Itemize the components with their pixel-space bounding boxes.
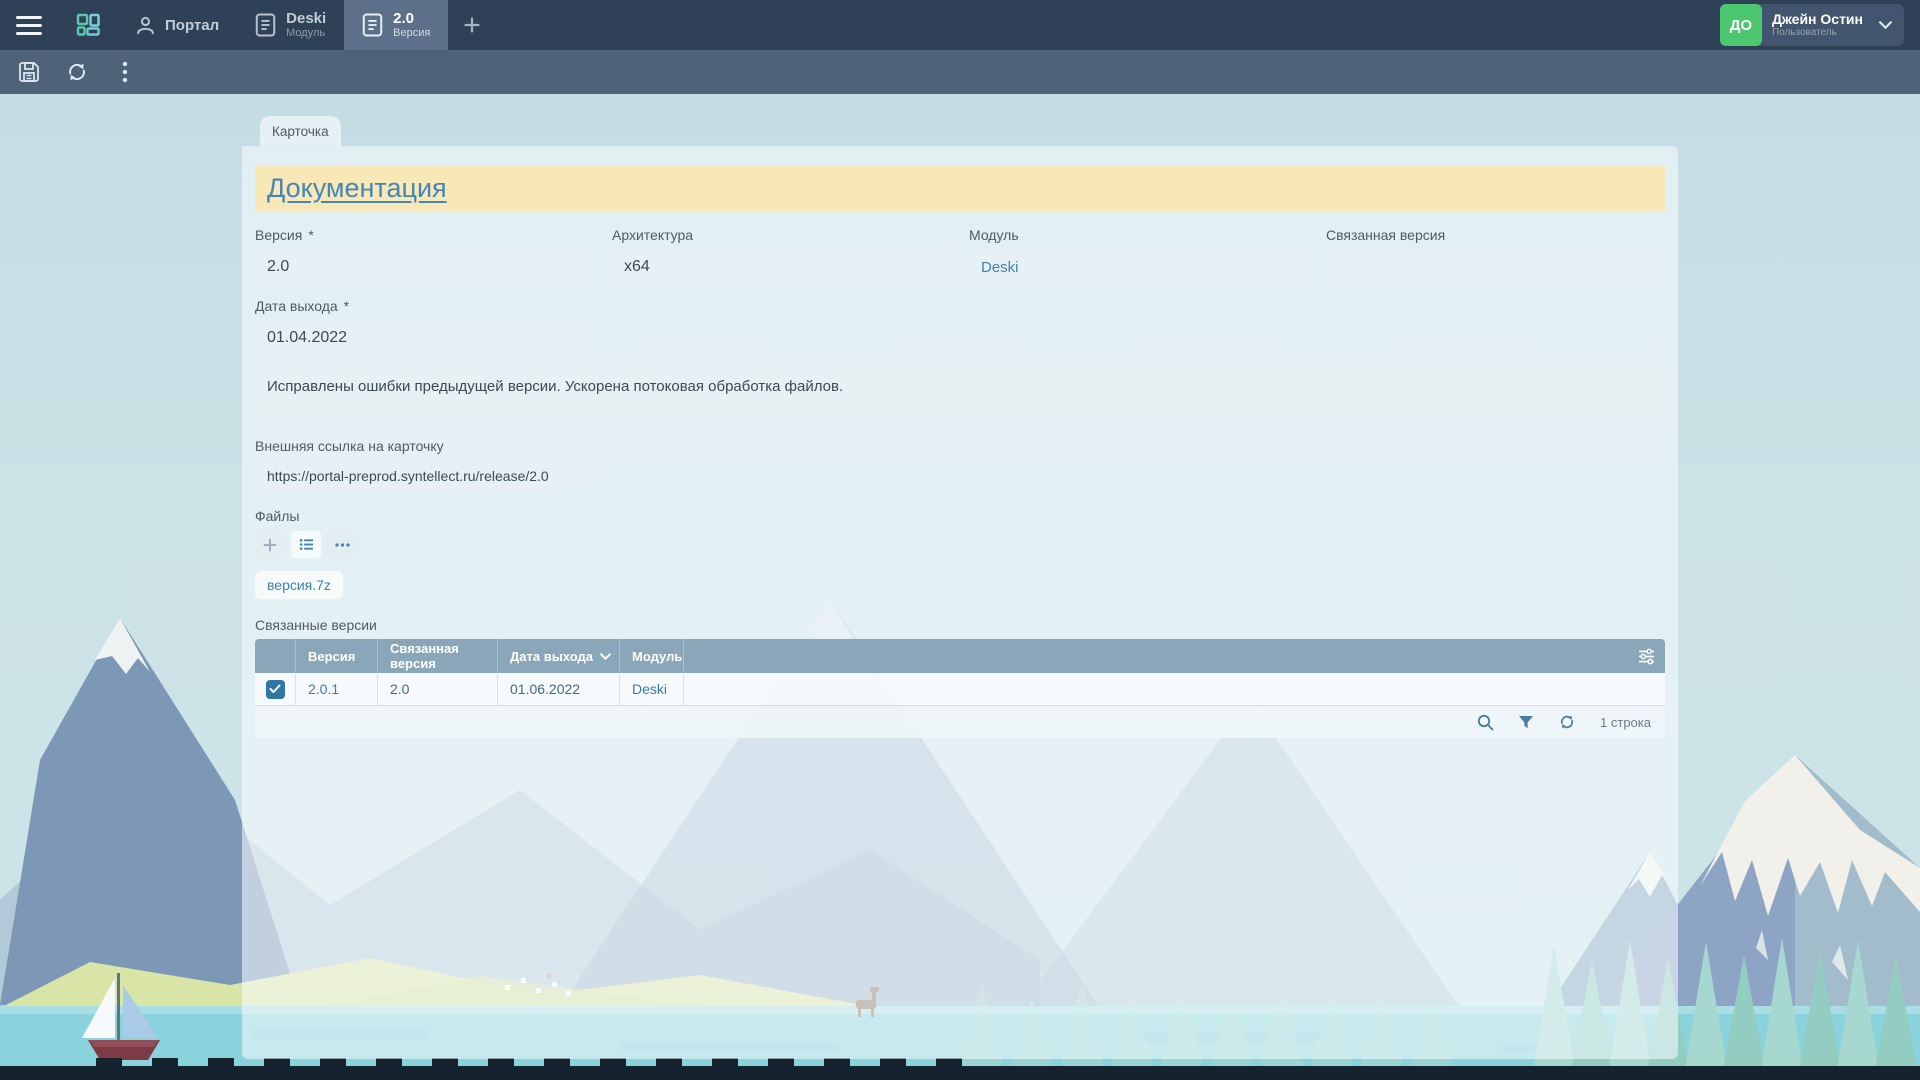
table-footer: 1 строка	[255, 706, 1665, 738]
form-row-2: Дата выхода *	[255, 298, 1665, 357]
field-release-date-label: Дата выхода *	[255, 298, 594, 314]
cell-version[interactable]: 2.0.1	[295, 673, 377, 705]
required-marker: *	[344, 298, 349, 314]
user-name: Джейн Остин	[1772, 11, 1863, 28]
new-tab-button[interactable]	[448, 0, 496, 50]
heading-bar: Документация	[255, 165, 1665, 212]
files-label: Файлы	[255, 508, 1665, 524]
column-header-module[interactable]: Модуль	[619, 639, 683, 673]
tab-version-title: 2.0	[393, 10, 430, 27]
column-settings-icon	[1638, 648, 1655, 665]
field-module: Модуль	[969, 227, 1308, 286]
linked-version-input[interactable]	[1326, 248, 1665, 286]
field-architecture-label: Архитектура	[612, 227, 951, 243]
tab-version-subtitle: Версия	[393, 27, 430, 40]
save-icon	[17, 60, 41, 84]
plus-icon	[464, 17, 480, 33]
refresh-icon	[1558, 713, 1576, 731]
table-header: Версия Связанная версия Дата выхода Моду…	[255, 639, 1665, 673]
table-search-button[interactable]	[1477, 714, 1494, 731]
documentation-link[interactable]: Документация	[267, 173, 447, 204]
tab-card[interactable]: Карточка	[260, 116, 341, 146]
add-file-button[interactable]	[255, 531, 285, 558]
top-bar: Портал Deski Модуль 2.0 Версия	[0, 0, 1920, 50]
table-refresh-button[interactable]	[1558, 713, 1576, 731]
linked-versions-table: Версия Связанная версия Дата выхода Моду…	[255, 639, 1665, 738]
cell-module[interactable]: Deski	[619, 673, 683, 705]
avatar: ДО	[1720, 4, 1762, 46]
refresh-button[interactable]	[56, 54, 98, 90]
tab-deski[interactable]: Deski Модуль	[237, 0, 344, 50]
table-row[interactable]: 2.0.1 2.0 01.06.2022 Deski	[255, 673, 1665, 706]
files-toolbar	[255, 531, 1665, 558]
tab-deski-title: Deski	[286, 10, 326, 27]
field-release-date: Дата выхода *	[255, 298, 594, 357]
cell-release-date: 01.06.2022	[497, 673, 619, 705]
row-select-cell	[255, 673, 295, 705]
field-architecture: Архитектура	[612, 227, 951, 286]
card-content: Карточка Документация Версия * Архитекту…	[242, 94, 1678, 1059]
file-item[interactable]: версия.7z	[255, 571, 343, 599]
row-checkbox-checked[interactable]	[266, 680, 285, 699]
version-input[interactable]	[255, 248, 594, 286]
required-marker: *	[308, 227, 313, 243]
kebab-menu-icon	[122, 61, 128, 83]
field-linked-version-label: Связанная версия	[1326, 227, 1665, 243]
document-icon	[255, 13, 276, 37]
user-role: Пользователь	[1772, 27, 1863, 39]
list-view-icon	[299, 538, 314, 551]
column-header-date[interactable]: Дата выхода	[497, 639, 619, 673]
dashboard-grid-icon	[73, 10, 103, 40]
card-panel: Документация Версия * Архитектура Модуль…	[242, 146, 1678, 1059]
release-date-input[interactable]	[255, 319, 594, 357]
field-linked-version: Связанная версия	[1326, 227, 1665, 286]
tab-deski-subtitle: Модуль	[286, 27, 326, 40]
user-menu[interactable]: ДО Джейн Остин Пользователь	[1720, 4, 1904, 46]
file-more-button[interactable]	[327, 531, 357, 558]
form-row-1: Версия * Архитектура Модуль Связанная ве…	[255, 227, 1665, 286]
cell-linked-version: 2.0	[377, 673, 497, 705]
document-icon	[362, 13, 383, 37]
hamburger-menu-button[interactable]	[0, 0, 58, 50]
topbar-spacer	[496, 0, 1720, 50]
linked-versions-label: Связанные версии	[255, 617, 1665, 633]
select-column-header[interactable]	[255, 639, 295, 673]
column-settings-button[interactable]	[683, 639, 1665, 673]
column-header-version[interactable]: Версия	[295, 639, 377, 673]
chevron-down-icon	[1879, 21, 1892, 29]
external-link-input[interactable]	[255, 459, 595, 492]
architecture-input[interactable]	[612, 248, 951, 286]
external-link-label: Внешняя ссылка на карточку	[255, 438, 595, 454]
sort-chevron-down-icon	[600, 653, 611, 660]
module-input[interactable]	[969, 248, 1308, 286]
description-textarea[interactable]: Исправлены ошибки предыдущей версии. Уск…	[255, 369, 1665, 426]
search-icon	[1477, 714, 1494, 731]
filter-icon	[1518, 715, 1534, 730]
cell-empty	[683, 673, 1665, 705]
column-header-linked[interactable]: Связанная версия	[377, 639, 497, 673]
table-filter-button[interactable]	[1518, 715, 1534, 730]
field-version-label: Версия *	[255, 227, 594, 243]
save-button[interactable]	[8, 54, 50, 90]
dashboard-button[interactable]	[58, 0, 118, 50]
list-view-button[interactable]	[291, 531, 321, 558]
tab-version-active[interactable]: 2.0 Версия	[344, 0, 448, 50]
field-version: Версия *	[255, 227, 594, 286]
person-icon	[136, 16, 155, 35]
refresh-icon	[65, 60, 89, 84]
row-count: 1 строка	[1600, 715, 1651, 730]
field-module-label: Модуль	[969, 227, 1308, 243]
check-icon	[269, 684, 281, 694]
card-toolbar	[0, 50, 1920, 94]
ellipsis-icon	[335, 543, 350, 547]
tab-portal[interactable]: Портал	[118, 0, 237, 50]
field-external-link: Внешняя ссылка на карточку	[255, 438, 595, 492]
more-actions-button[interactable]	[104, 54, 146, 90]
plus-icon	[263, 538, 277, 552]
tab-portal-label: Портал	[165, 17, 219, 34]
